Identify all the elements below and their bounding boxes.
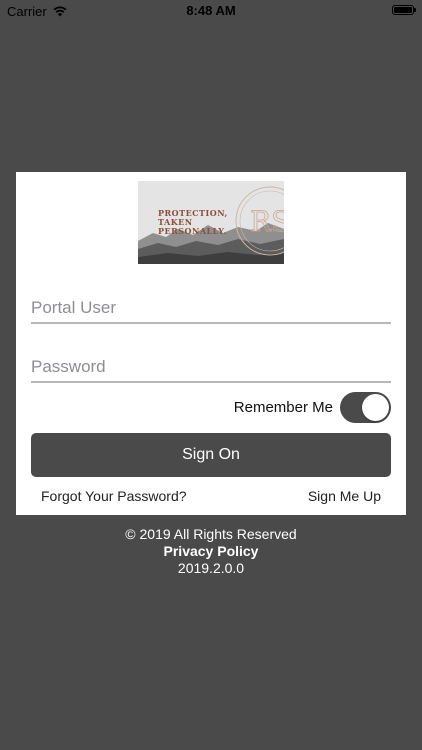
footer: © 2019 All Rights Reserved Privacy Polic…: [0, 526, 422, 577]
sign-up-link[interactable]: Sign Me Up: [308, 488, 381, 504]
status-bar: Carrier 8:48 AM: [0, 0, 422, 22]
username-field-container: [31, 290, 391, 324]
sign-on-button[interactable]: Sign On: [31, 433, 391, 477]
remember-me-label: Remember Me: [233, 398, 333, 416]
login-card: RS PROTECTION, TAKEN PERSONALLY. Remembe…: [16, 172, 406, 515]
svg-text:RS: RS: [250, 205, 284, 238]
status-time: 8:48 AM: [186, 3, 236, 18]
password-field-container: [31, 349, 391, 383]
remember-me-toggle[interactable]: [340, 391, 391, 423]
remember-me-row: Remember Me: [234, 391, 391, 423]
copyright-text: © 2019 All Rights Reserved: [125, 526, 297, 542]
logo-tagline: PROTECTION, TAKEN PERSONALLY.: [158, 209, 228, 236]
toggle-knob: [362, 393, 389, 421]
forgot-password-link[interactable]: Forgot Your Password?: [41, 488, 187, 504]
username-input[interactable]: [31, 298, 391, 318]
logo-tagline-line3: PERSONALLY.: [158, 226, 227, 236]
privacy-policy-link[interactable]: Privacy Policy: [0, 543, 422, 560]
battery-icon: [392, 5, 416, 15]
company-logo: RS PROTECTION, TAKEN PERSONALLY.: [138, 181, 284, 264]
password-input[interactable]: [31, 357, 391, 377]
version-text: 2019.2.0.0: [177, 560, 245, 576]
